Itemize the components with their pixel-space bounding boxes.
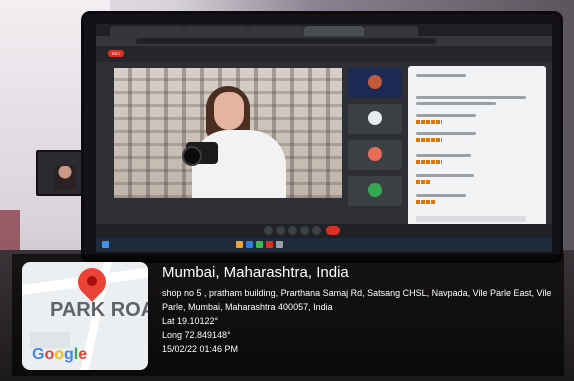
geotag-details: Mumbai, Maharashtra, India shop no 5 , p… bbox=[162, 264, 557, 356]
participant-tile[interactable] bbox=[348, 68, 402, 98]
browser-tab[interactable] bbox=[364, 26, 418, 36]
address-text: shop no 5 , pratham building, Prarthana … bbox=[162, 288, 552, 312]
location-title: Mumbai, Maharashtra, India bbox=[162, 264, 349, 281]
app-icon[interactable] bbox=[266, 241, 273, 248]
end-call-icon[interactable] bbox=[326, 226, 340, 235]
browser-tab-active[interactable] bbox=[304, 26, 364, 36]
meeting-header bbox=[96, 46, 552, 62]
app-icon[interactable] bbox=[246, 241, 253, 248]
browser-tab[interactable] bbox=[184, 26, 248, 36]
app-icon[interactable] bbox=[256, 241, 263, 248]
monitor-screen: REC bbox=[96, 24, 552, 252]
app-icon[interactable] bbox=[276, 241, 283, 248]
record-badge: REC bbox=[108, 50, 124, 57]
url-field[interactable] bbox=[136, 38, 436, 44]
chat-panel bbox=[408, 66, 546, 226]
longitude-text: Long 72.849148° bbox=[162, 330, 231, 340]
latitude-text: Lat 19.10122° bbox=[162, 316, 219, 326]
more-icon[interactable] bbox=[312, 226, 321, 235]
browser-tab-bar bbox=[96, 24, 552, 36]
participant-tile[interactable] bbox=[348, 140, 402, 170]
start-icon[interactable] bbox=[102, 241, 109, 248]
captions-icon[interactable] bbox=[288, 226, 297, 235]
datetime-text: 15/02/22 01:46 PM bbox=[162, 344, 239, 354]
chat-header bbox=[416, 74, 466, 77]
participant-tile[interactable] bbox=[348, 104, 402, 134]
main-video bbox=[114, 68, 342, 198]
red-object bbox=[0, 210, 20, 250]
map-thumbnail: PARK ROA Google bbox=[22, 262, 148, 370]
mic-icon[interactable] bbox=[264, 226, 273, 235]
browser-tab[interactable] bbox=[248, 26, 304, 36]
browser-tab[interactable] bbox=[110, 26, 184, 36]
meeting-controls bbox=[96, 224, 552, 238]
taskbar bbox=[96, 238, 552, 252]
chat-input[interactable] bbox=[416, 216, 526, 222]
camera-toggle-icon[interactable] bbox=[276, 226, 285, 235]
google-logo: Google bbox=[32, 346, 88, 363]
participant-tile[interactable] bbox=[348, 176, 402, 206]
present-icon[interactable] bbox=[300, 226, 309, 235]
app-icon[interactable] bbox=[236, 241, 243, 248]
map-place-label: PARK ROA bbox=[50, 299, 148, 321]
